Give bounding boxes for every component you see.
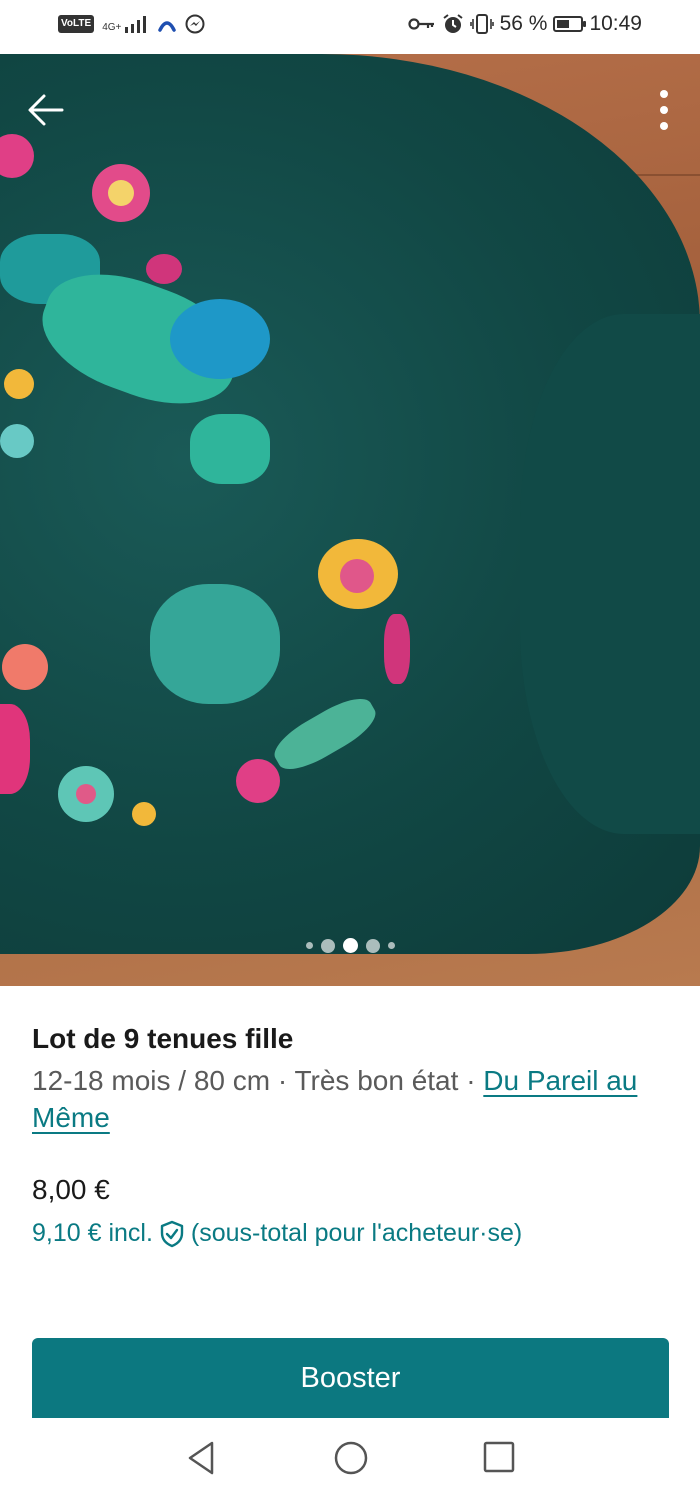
carousel-dot[interactable] <box>365 938 380 953</box>
carousel-dot[interactable] <box>305 942 313 949</box>
key-icon <box>407 18 434 30</box>
photo-sleeve-shape <box>520 314 700 834</box>
volte-icon: VoLTE <box>58 15 95 33</box>
buyer-total[interactable]: 9,10 € incl. (sous-total pour l'acheteur… <box>32 1219 522 1248</box>
item-title: Lot de 9 tenues fille <box>32 1023 294 1054</box>
product-photo[interactable] <box>0 54 700 986</box>
buyer-note: (sous-total pour l'acheteur·se) <box>190 1219 523 1247</box>
clock: 10:49 <box>589 12 642 35</box>
status-left-icons: VoLTE 4G+ <box>58 14 205 34</box>
alarm-icon <box>442 14 463 33</box>
item-price: 8,00 € <box>32 1174 110 1205</box>
nav-back-icon[interactable] <box>186 1440 216 1476</box>
battery-percent: 56 % <box>499 12 548 35</box>
back-arrow-icon[interactable] <box>26 90 66 130</box>
item-details: Lot de 9 tenues fille 12-18 mois / 80 cm… <box>32 1020 668 1136</box>
system-nav-bar <box>0 1418 700 1498</box>
status-bar: VoLTE 4G+ 56 % 10:49 <box>0 0 700 54</box>
item-size-condition: 12-18 mois / 80 cm · Très bon état · <box>32 1065 484 1096</box>
messenger-icon <box>185 14 205 34</box>
4g-signal-icon: 4G+ <box>102 15 149 33</box>
vibrate-icon <box>469 14 494 34</box>
status-right-icons: 56 % 10:49 <box>407 12 642 36</box>
carousel-dot[interactable] <box>320 938 335 953</box>
shield-check-icon[interactable] <box>159 1220 185 1248</box>
carousel-indicator <box>0 938 700 953</box>
carousel-dot[interactable] <box>387 942 395 949</box>
nav-home-icon[interactable] <box>333 1440 369 1476</box>
booster-button[interactable]: Booster <box>32 1338 669 1424</box>
battery-icon <box>553 16 587 32</box>
more-vertical-icon[interactable] <box>658 88 670 132</box>
carousel-dot-active[interactable] <box>342 938 358 953</box>
nav-recents-icon[interactable] <box>483 1440 515 1474</box>
item-meta: 12-18 mois / 80 cm · Très bon état · Du … <box>32 1062 668 1136</box>
price-incl: 9,10 € incl. <box>32 1219 153 1247</box>
cast-icon <box>158 21 177 32</box>
